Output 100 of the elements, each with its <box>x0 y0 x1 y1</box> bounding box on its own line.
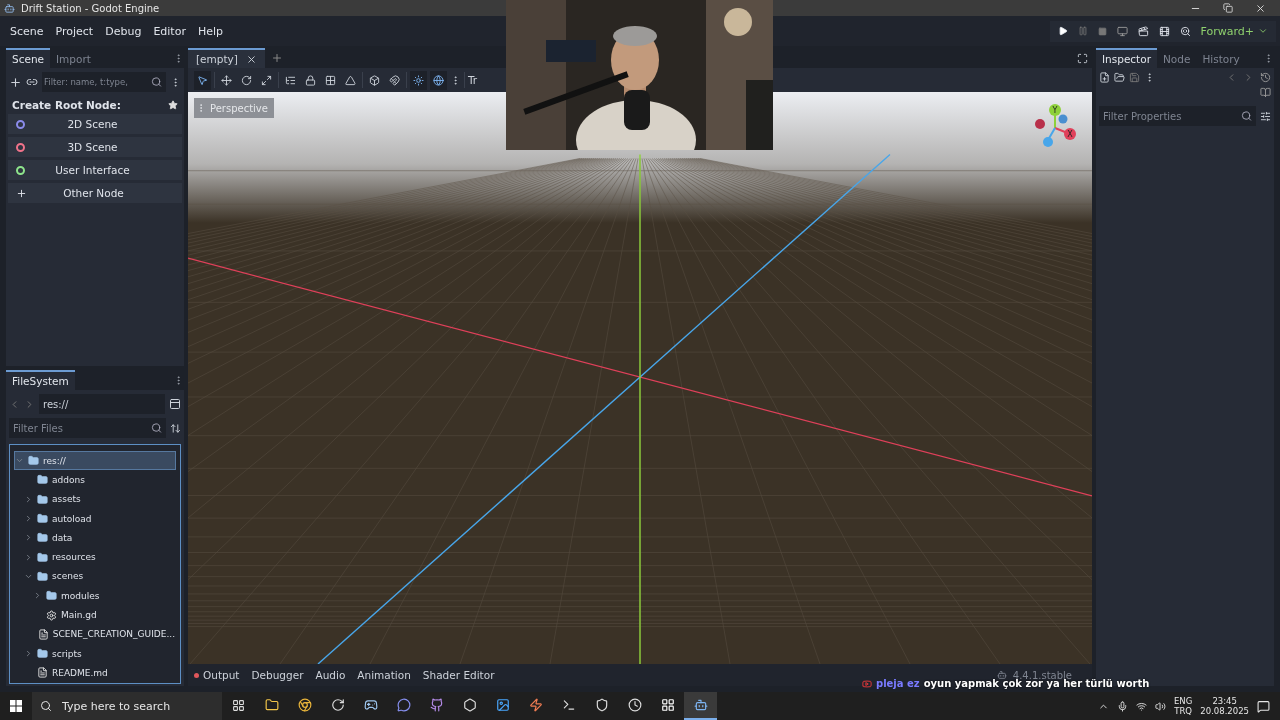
globe-icon <box>433 74 444 86</box>
close-icon <box>245 53 257 65</box>
browser-icon <box>297 698 312 712</box>
clock-icon <box>627 698 642 712</box>
terminal-icon <box>561 698 576 712</box>
menu-item[interactable]: Help <box>191 24 229 38</box>
history-icon <box>1260 72 1271 83</box>
task-view-icon <box>232 698 245 712</box>
new-file-icon <box>1099 72 1110 83</box>
document-icon <box>37 628 49 640</box>
dock-tab[interactable]: Import <box>50 48 97 68</box>
sort-icon <box>170 422 181 434</box>
folder-icon <box>1114 72 1125 83</box>
bottom-panel-tab[interactable]: Shader Editor <box>422 669 495 681</box>
star-icon <box>168 100 178 110</box>
tree-item[interactable]: addons <box>14 470 176 490</box>
clock[interactable]: 23:45 20.08.2025 <box>1200 695 1249 717</box>
notification-icon <box>1257 699 1270 713</box>
lock-icon <box>305 74 316 86</box>
tree-item[interactable]: scripts <box>14 643 176 664</box>
bottom-panel-tab[interactable]: Output <box>194 669 240 681</box>
move-icon <box>221 74 232 86</box>
tree-item[interactable]: modules <box>14 586 176 606</box>
spark-icon <box>528 698 543 712</box>
section-heading: Create Root Node: <box>12 99 121 111</box>
add-icon <box>9 75 22 89</box>
search-icon <box>147 418 166 438</box>
dock-tab[interactable]: Scene <box>6 48 50 68</box>
sun-icon <box>413 74 424 86</box>
bottom-panel-tab[interactable]: Animation <box>357 669 411 681</box>
network-icon <box>1136 700 1147 712</box>
tree-item[interactable]: README.md <box>14 663 176 683</box>
axis-gizmo-drawing: Y X <box>1032 102 1078 148</box>
menu-item[interactable]: Debug <box>99 24 148 38</box>
dock-tab[interactable]: Inspector <box>1096 48 1157 68</box>
pointer-icon <box>197 74 208 86</box>
magnet-icon <box>389 74 400 86</box>
window-title: Drift Station - Godot Engine <box>21 2 160 14</box>
mic-icon <box>1117 700 1128 712</box>
folder-icon <box>37 474 48 486</box>
renderer-dropdown[interactable]: Forward+ <box>1200 24 1268 38</box>
tree-item[interactable]: assets <box>14 489 176 509</box>
panel-icon <box>169 398 181 410</box>
filter-field[interactable]: Filter: name, t:type, <box>42 72 147 92</box>
caret-icon <box>1258 26 1268 36</box>
folder-icon <box>37 513 48 525</box>
image-icon <box>495 698 510 712</box>
create-node-button[interactable]: 3D Scene <box>8 137 182 157</box>
cube-icon <box>369 74 380 86</box>
language-indicator[interactable]: ENG TRQ <box>1174 695 1193 717</box>
transform-menu[interactable]: Tr <box>468 74 478 86</box>
tree-item[interactable]: data <box>14 528 176 548</box>
dock-tab[interactable]: Node <box>1157 48 1197 68</box>
editor-tab[interactable]: [empty] <box>188 48 265 68</box>
tree-item[interactable]: SCENE_CREATION_GUIDE... <box>14 624 176 644</box>
monitor-icon <box>1116 25 1128 37</box>
create-node-button[interactable]: Other Node <box>8 183 182 203</box>
tree-item[interactable]: resources <box>14 547 176 567</box>
add-tab-icon <box>270 52 283 64</box>
create-node-button[interactable]: User Interface <box>8 160 182 180</box>
folder-icon <box>37 570 48 582</box>
path-field[interactable]: res:// <box>39 394 165 414</box>
menu-item[interactable]: Editor <box>147 24 192 38</box>
restore-icon <box>1223 2 1233 13</box>
folder-icon <box>28 455 39 467</box>
menu-item[interactable]: Scene <box>4 24 50 38</box>
hexagon-icon <box>462 698 477 712</box>
grid-icon <box>325 74 336 86</box>
tool-button[interactable] <box>194 70 211 90</box>
tree-item[interactable]: autoload <box>14 508 176 529</box>
filter-field[interactable]: Filter Files <box>9 418 147 438</box>
dock-tab[interactable]: FileSystem <box>6 370 75 390</box>
link-icon <box>26 76 38 88</box>
search-icon <box>1237 106 1256 126</box>
tool-button[interactable] <box>430 70 447 90</box>
tree-item[interactable]: Main.gd <box>14 605 176 625</box>
menu-item[interactable]: Project <box>49 24 100 38</box>
bottom-panel-tab[interactable]: Audio <box>315 669 346 681</box>
filter-field[interactable]: Filter Properties <box>1099 106 1237 126</box>
folder-icon <box>37 648 48 660</box>
sliders-icon <box>1260 110 1271 122</box>
docs-icon <box>1260 87 1271 98</box>
bottom-panel-tab[interactable]: Debugger <box>251 669 304 681</box>
folder-icon <box>46 590 57 602</box>
taskbar-search-field[interactable]: Type here to search <box>60 692 222 720</box>
tree-item[interactable]: res:// <box>14 451 176 471</box>
taskbar-app[interactable] <box>684 692 717 720</box>
tree-item[interactable]: scenes <box>14 566 176 587</box>
close-icon <box>1255 2 1266 14</box>
ruler-icon <box>345 74 356 86</box>
volume-icon <box>1155 700 1166 712</box>
create-node-button[interactable]: 2D Scene <box>8 114 182 134</box>
dock-tab[interactable]: History <box>1196 48 1246 68</box>
stop-icon <box>1097 26 1107 36</box>
app-icon <box>4 2 15 14</box>
plus-icon <box>16 187 27 199</box>
clapperboard-icon <box>1137 25 1149 37</box>
rotate-icon <box>241 74 252 86</box>
search-icon <box>32 692 60 720</box>
tool-button[interactable] <box>410 70 427 90</box>
